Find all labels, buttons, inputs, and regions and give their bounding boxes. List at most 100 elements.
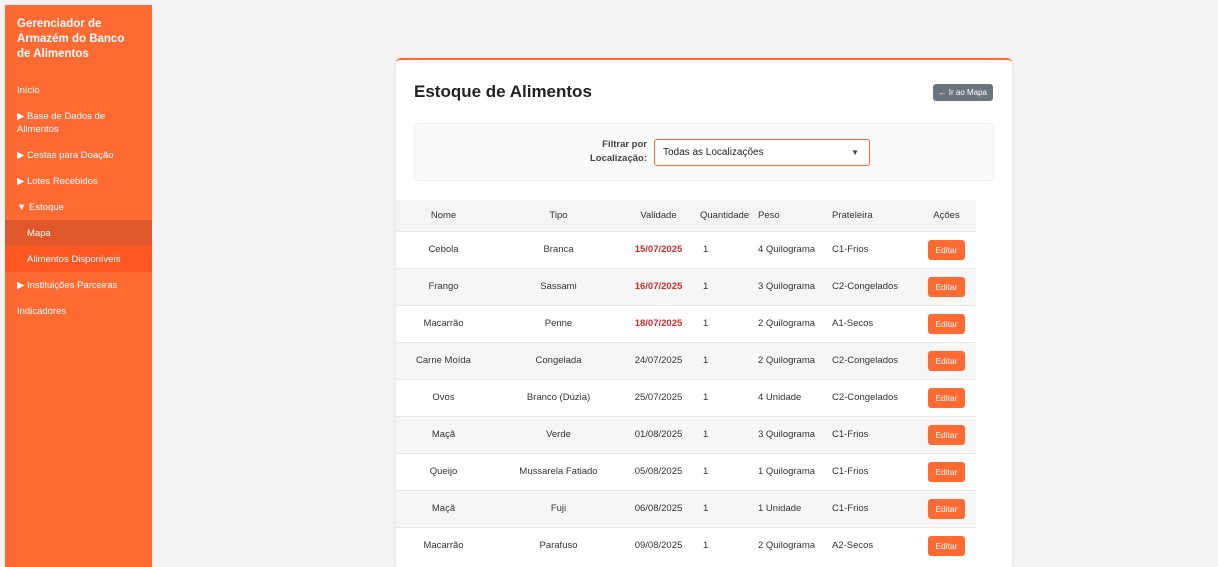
edit-button[interactable]: Editar: [928, 276, 965, 297]
sidebar-item-lotes[interactable]: ▶ Lotes Recebidos: [5, 168, 152, 194]
cell-quantidade: 1: [691, 341, 758, 379]
header-nome: Nome: [430, 209, 457, 221]
table-row: Cebola Branca 15/07/2025 1 4 Quilograma C1-Fr…: [396, 230, 976, 268]
edit-button[interactable]: Editar: [928, 461, 965, 482]
cell-acoes: Editar: [917, 489, 976, 527]
cell-tipo: Fuji: [491, 489, 626, 527]
cell-quantidade: 1: [691, 415, 758, 453]
cell-validade: 09/08/2025: [626, 526, 691, 564]
edit-button[interactable]: Editar: [928, 387, 965, 408]
sidebar-item-inicio[interactable]: Início: [5, 77, 152, 103]
cell-peso: 2 Quilograma: [758, 526, 832, 564]
sidebar-item-base-de-dados[interactable]: ▶ Base de Dados de Alimentos: [5, 103, 152, 142]
table-row: Frango Sassami 16/07/2025 1 3 Quilograma C2-C…: [396, 267, 976, 305]
cell-quantidade: 1: [691, 452, 758, 490]
cell-validade: 01/08/2025: [626, 415, 691, 453]
cell-acoes: Editar: [917, 415, 976, 453]
cell-prateleira: A2-Secos: [832, 526, 917, 564]
inventory-table: Nome Tipo Validade Quantidade Peso Prate…: [396, 200, 976, 564]
table-row: Macarrão Penne 18/07/2025 1 2 Quilograma A1-S…: [396, 304, 976, 342]
go-to-map-button[interactable]: ← Ir ao Mapa: [932, 84, 993, 101]
edit-button[interactable]: Editar: [928, 350, 965, 371]
header-validade: Validade: [640, 209, 677, 221]
sidebar-nav: Início ▶ Base de Dados de Alimentos ▶ Ce…: [5, 77, 152, 324]
cell-peso: 3 Quilograma: [758, 415, 832, 453]
cell-peso: 4 Unidade: [758, 378, 832, 416]
cell-validade: 24/07/2025: [626, 341, 691, 379]
cell-quantidade: 1: [691, 267, 758, 305]
cell-peso: 1 Unidade: [758, 489, 832, 527]
page-title: Estoque de Alimentos: [414, 82, 592, 101]
cell-validade: 25/07/2025: [626, 378, 691, 416]
table-row: Maçã Fuji 06/08/2025 1 1 Unidade C1-Frios Edit…: [396, 489, 976, 527]
chevron-down-icon: ▼: [851, 148, 859, 157]
header-peso: Peso: [758, 209, 780, 221]
sidebar-item-alimentos-disponiveis[interactable]: Alimentos Disponíveis: [5, 246, 152, 272]
cell-tipo: Sassami: [491, 267, 626, 305]
cell-prateleira: A1-Secos: [832, 304, 917, 342]
inventory-table-wrap: Nome Tipo Validade Quantidade Peso Prate…: [396, 200, 976, 564]
filter-panel: Filtrar por Localização: Todas as Locali…: [414, 123, 994, 181]
cell-acoes: Editar: [917, 341, 976, 379]
cell-prateleira: C1-Frios: [832, 415, 917, 453]
edit-button[interactable]: Editar: [928, 424, 965, 445]
sidebar-item-indicadores[interactable]: Indicadores: [5, 298, 152, 324]
cell-validade: 16/07/2025: [626, 267, 691, 305]
cell-acoes: Editar: [917, 230, 976, 268]
sidebar-item-mapa[interactable]: Mapa: [5, 220, 152, 246]
cell-nome: Frango: [396, 267, 491, 305]
sidebar-item-estoque[interactable]: ▼ Estoque: [5, 194, 152, 220]
cell-acoes: Editar: [917, 267, 976, 305]
cell-nome: Macarrão: [396, 304, 491, 342]
cell-nome: Carne Moída: [396, 341, 491, 379]
cell-prateleira: C2-Congelados: [832, 341, 917, 379]
cell-validade: 05/08/2025: [626, 452, 691, 490]
sidebar: Gerenciador de Armazém do Banco de Alime…: [5, 5, 152, 567]
cell-peso: 1 Quilograma: [758, 452, 832, 490]
header-prateleira: Prateleira: [832, 209, 873, 221]
table-row: Maçã Verde 01/08/2025 1 3 Quilograma C1-Frios…: [396, 415, 976, 453]
cell-peso: 3 Quilograma: [758, 267, 832, 305]
app-title: Gerenciador de Armazém do Banco de Alime…: [17, 18, 125, 60]
edit-button[interactable]: Editar: [928, 239, 965, 260]
cell-quantidade: 1: [691, 230, 758, 268]
cell-tipo: Branca: [491, 230, 626, 268]
table-row: Queijo Mussarela Fatiado 05/08/2025 1 1 Quil…: [396, 452, 976, 490]
cell-nome: Macarrão: [396, 526, 491, 564]
cell-quantidade: 1: [691, 304, 758, 342]
sidebar-item-instituicoes[interactable]: ▶ Instituições Parceiras: [5, 272, 152, 298]
cell-tipo: Congelada: [491, 341, 626, 379]
cell-peso: 2 Quilograma: [758, 304, 832, 342]
cell-prateleira: C2-Congelados: [832, 378, 917, 416]
cell-prateleira: C1-Frios: [832, 452, 917, 490]
cell-tipo: Mussarela Fatiado: [491, 452, 626, 490]
filter-label: Filtrar por Localização:: [589, 139, 647, 164]
cell-tipo: Parafuso: [491, 526, 626, 564]
location-select[interactable]: Todas as Localizações ▼: [654, 139, 870, 166]
table-row: Ovos Branco (Dúzia) 25/07/2025 1 4 Unidade C2…: [396, 378, 976, 416]
cell-peso: 2 Quilograma: [758, 341, 832, 379]
table-row: Carne Moída Congelada 24/07/2025 1 2 Quilogr…: [396, 341, 976, 379]
header-tipo: Tipo: [549, 209, 568, 221]
cell-validade: 15/07/2025: [626, 230, 691, 268]
edit-button[interactable]: Editar: [928, 535, 965, 556]
table-header-row: Nome Tipo Validade Quantidade Peso Prate…: [396, 200, 976, 231]
cell-quantidade: 1: [691, 526, 758, 564]
cell-quantidade: 1: [691, 378, 758, 416]
cell-prateleira: C1-Frios: [832, 489, 917, 527]
cell-tipo: Branco (Dúzia): [491, 378, 626, 416]
cell-peso: 4 Quilograma: [758, 230, 832, 268]
cell-validade: 06/08/2025: [626, 489, 691, 527]
cell-prateleira: C2-Congelados: [832, 267, 917, 305]
cell-prateleira: C1-Frios: [832, 230, 917, 268]
cell-nome: Queijo: [396, 452, 491, 490]
sidebar-item-cestas[interactable]: ▶ Cestas para Doação: [5, 142, 152, 168]
cell-quantidade: 1: [691, 489, 758, 527]
cell-acoes: Editar: [917, 526, 976, 564]
edit-button[interactable]: Editar: [928, 498, 965, 519]
header-quantidade: Quantidade: [699, 209, 750, 221]
cell-nome: Maçã: [396, 415, 491, 453]
edit-button[interactable]: Editar: [928, 313, 965, 334]
location-select-value: Todas as Localizações: [663, 147, 764, 158]
cell-validade: 18/07/2025: [626, 304, 691, 342]
